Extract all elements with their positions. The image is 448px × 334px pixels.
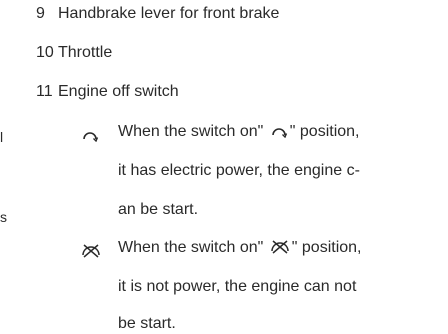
item-number: 11 <box>36 83 53 100</box>
edge-fragment: s <box>0 209 7 225</box>
item-number: 9 <box>36 5 45 22</box>
item-text: Engine off switch <box>58 83 179 100</box>
item-text: Handbrake lever for front brake <box>58 5 280 22</box>
item-number: 10 <box>36 44 54 61</box>
list-item-10: 10 Throttle <box>36 43 112 63</box>
list-item-9: 9 Handbrake lever for front brake <box>36 4 279 24</box>
switch-on-line-1: When the switch on" " position, <box>118 122 359 144</box>
switch-on-arc-icon <box>81 126 99 147</box>
switch-on-line-2: it has electric power, the engine c- <box>118 162 360 179</box>
edge-fragment: l <box>0 129 4 145</box>
switch-off-crossed-icon <box>81 242 101 263</box>
item-text: Throttle <box>58 44 113 61</box>
list-item-11: 11 Engine off switch <box>36 82 179 102</box>
switch-on-arc-icon <box>270 122 288 144</box>
switch-off-line-3: be start. <box>118 315 176 332</box>
switch-off-line-2: it is not power, the engine can not <box>118 278 357 295</box>
switch-off-crossed-icon <box>270 238 290 260</box>
switch-on-line-3: an be start. <box>118 201 199 218</box>
switch-off-line-1: When the switch on" " position, <box>118 238 361 260</box>
